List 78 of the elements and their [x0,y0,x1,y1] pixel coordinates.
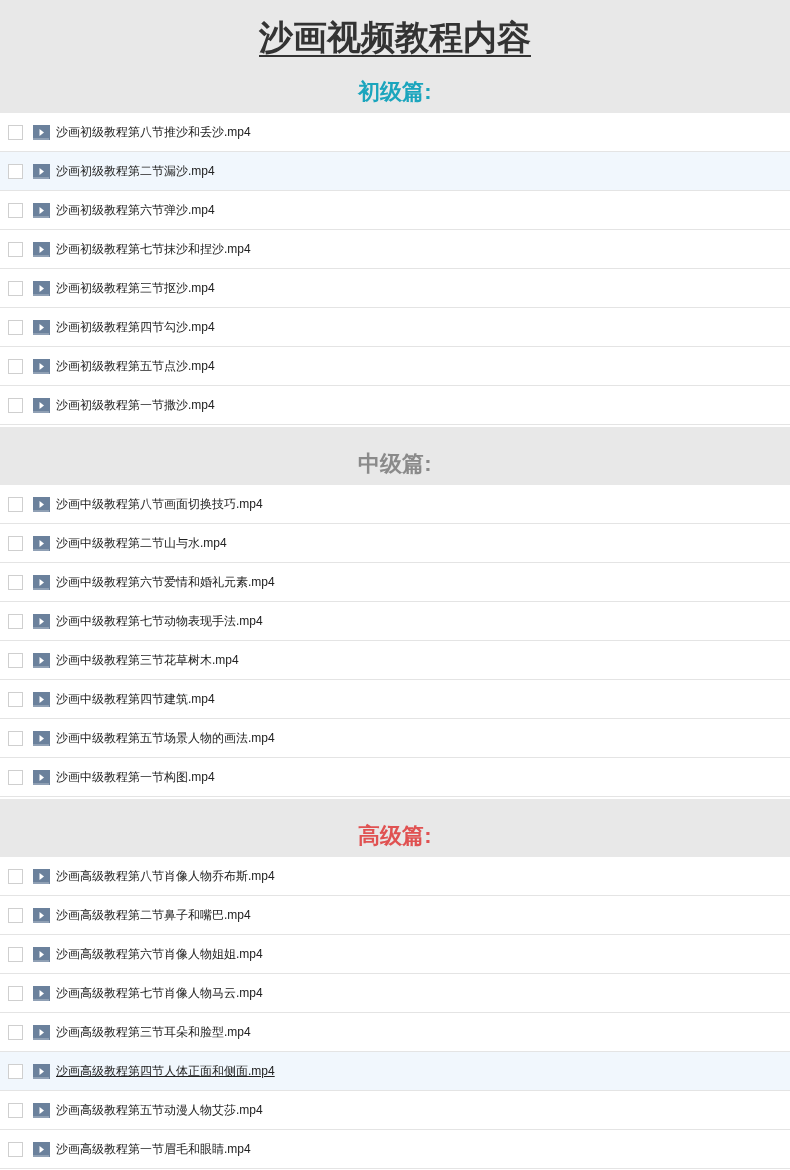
file-name[interactable]: 沙画初级教程第三节抠沙.mp4 [56,279,215,297]
video-file-icon [33,535,50,551]
checkbox[interactable] [8,868,23,884]
video-file-icon [33,574,50,590]
video-file-icon [33,613,50,629]
file-name[interactable]: 沙画中级教程第二节山与水.mp4 [56,534,227,552]
video-file-icon [33,280,50,296]
page-title: 沙画视频教程内容 [259,16,531,58]
video-file-icon [33,907,50,923]
video-file-icon [33,652,50,668]
file-name[interactable]: 沙画初级教程第一节撒沙.mp4 [56,396,215,414]
video-file-icon [33,730,50,746]
checkbox[interactable] [8,1102,23,1118]
checkbox[interactable] [8,496,23,512]
video-file-icon [33,691,50,707]
checkbox[interactable] [8,574,23,590]
checkbox[interactable] [8,613,23,629]
file-name[interactable]: 沙画中级教程第八节画面切换技巧.mp4 [56,495,263,513]
file-name[interactable]: 沙画中级教程第七节动物表现手法.mp4 [56,612,263,630]
file-name[interactable]: 沙画初级教程第四节勾沙.mp4 [56,318,215,336]
video-file-icon [33,358,50,374]
video-file-icon [33,1102,50,1118]
file-name[interactable]: 沙画高级教程第六节肖像人物姐姐.mp4 [56,945,263,963]
file-name[interactable]: 沙画高级教程第五节动漫人物艾莎.mp4 [56,1101,263,1119]
file-name[interactable]: 沙画高级教程第三节耳朵和脸型.mp4 [56,1023,251,1041]
checkbox[interactable] [8,241,23,257]
video-file-icon [33,868,50,884]
file-name[interactable]: 沙画高级教程第二节鼻子和嘴巴.mp4 [56,906,251,924]
video-file-icon [33,202,50,218]
checkbox[interactable] [8,652,23,668]
checkbox[interactable] [8,535,23,551]
video-file-icon [33,1024,50,1040]
checkbox[interactable] [8,907,23,923]
checkbox[interactable] [8,358,23,374]
video-file-icon [33,397,50,413]
checkbox[interactable] [8,124,23,140]
video-file-icon [33,1141,50,1157]
section-heading: 中级篇: [358,450,432,478]
file-name[interactable]: 沙画中级教程第六节爱情和婚礼元素.mp4 [56,573,275,591]
file-name[interactable]: 沙画初级教程第八节推沙和丢沙.mp4 [56,123,251,141]
video-file-icon [33,124,50,140]
checkbox[interactable] [8,769,23,785]
video-file-icon [33,496,50,512]
checkbox[interactable] [8,397,23,413]
file-name[interactable]: 沙画高级教程第四节人体正面和侧面.mp4 [56,1062,275,1080]
file-name[interactable]: 沙画中级教程第三节花草树木.mp4 [56,651,239,669]
checkbox[interactable] [8,319,23,335]
video-file-icon [33,1063,50,1079]
checkbox[interactable] [8,730,23,746]
checkbox[interactable] [8,202,23,218]
file-row[interactable]: 沙画初级教程第二节漏沙.mp4 [0,152,790,191]
checkbox[interactable] [8,280,23,296]
checkbox[interactable] [8,946,23,962]
checkbox[interactable] [8,1063,23,1079]
file-row[interactable]: 沙画高级教程第四节人体正面和侧面.mp4 [0,1052,790,1091]
video-file-icon [33,163,50,179]
file-name[interactable]: 沙画高级教程第七节肖像人物马云.mp4 [56,984,263,1002]
file-name[interactable]: 沙画中级教程第一节构图.mp4 [56,768,215,786]
file-name[interactable]: 沙画中级教程第五节场景人物的画法.mp4 [56,729,275,747]
video-file-icon [33,319,50,335]
video-file-icon [33,769,50,785]
video-file-icon [33,946,50,962]
video-file-icon [33,241,50,257]
file-name[interactable]: 沙画高级教程第一节眉毛和眼睛.mp4 [56,1140,251,1158]
file-name[interactable]: 沙画初级教程第六节弹沙.mp4 [56,201,215,219]
file-name[interactable]: 沙画初级教程第二节漏沙.mp4 [56,162,215,180]
section-heading: 初级篇: [358,78,432,106]
file-name[interactable]: 沙画初级教程第七节抹沙和捏沙.mp4 [56,240,251,258]
file-name[interactable]: 沙画中级教程第四节建筑.mp4 [56,690,215,708]
checkbox[interactable] [8,1141,23,1157]
checkbox[interactable] [8,1024,23,1040]
checkbox[interactable] [8,691,23,707]
checkbox[interactable] [8,985,23,1001]
video-file-icon [33,985,50,1001]
checkbox[interactable] [8,163,23,179]
file-name[interactable]: 沙画初级教程第五节点沙.mp4 [56,357,215,375]
section-heading: 高级篇: [358,822,432,850]
file-name[interactable]: 沙画高级教程第八节肖像人物乔布斯.mp4 [56,867,275,885]
